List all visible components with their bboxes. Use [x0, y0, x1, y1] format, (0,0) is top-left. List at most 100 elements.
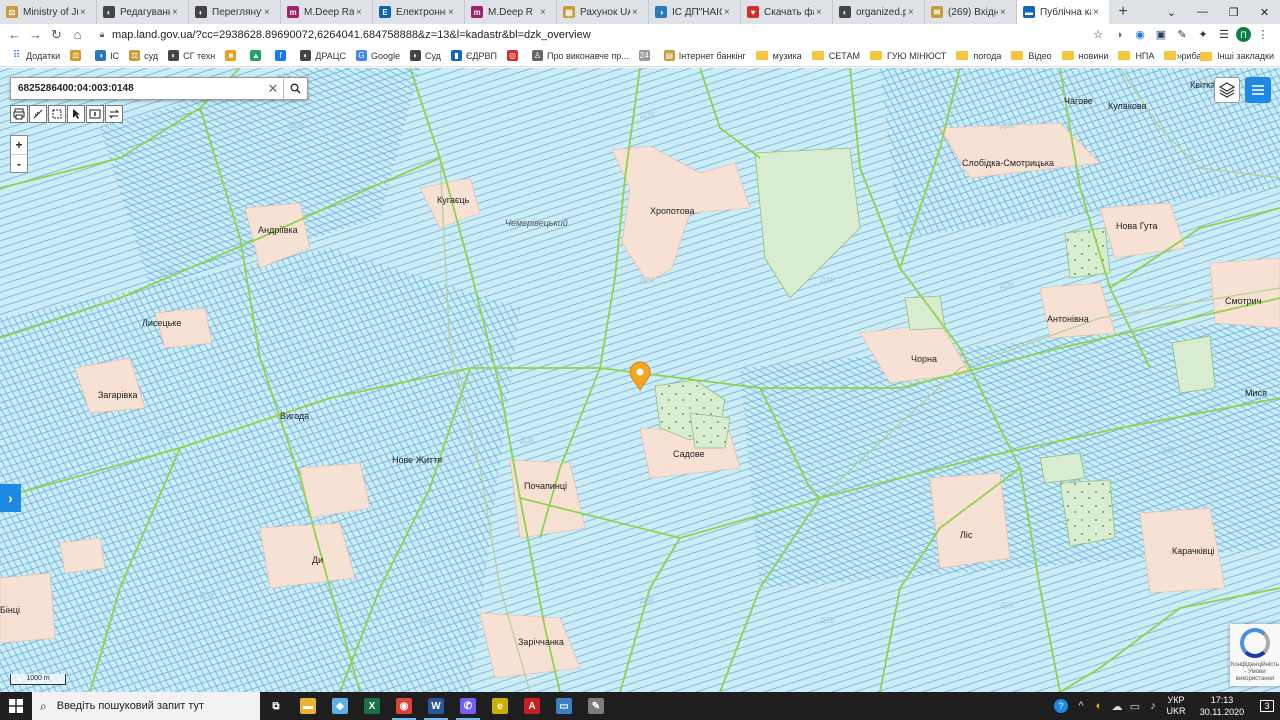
- map-canvas[interactable]: Кугаєць Чемерівецький Хропотова Андріївк…: [0, 68, 1280, 692]
- close-tab-icon[interactable]: ×: [356, 7, 366, 18]
- bookmark-item[interactable]: 24: [634, 45, 659, 67]
- tab-search-icon[interactable]: ⌄: [1156, 0, 1187, 24]
- side-panel-toggle[interactable]: ›: [0, 484, 21, 512]
- extension-icon[interactable]: ◉: [1131, 26, 1149, 44]
- clock[interactable]: 17:13 30.11.2020: [1190, 694, 1254, 718]
- bookmark-item[interactable]: ◐ СГ техн: [163, 45, 220, 67]
- bookmark-item[interactable]: ♙ Про виконавче пр...: [527, 45, 634, 67]
- close-window-button[interactable]: ✕: [1249, 0, 1280, 24]
- back-button[interactable]: ←: [4, 24, 25, 45]
- taskbar-search[interactable]: ⌕ Введіть пошуковий запит тут: [32, 692, 260, 720]
- main-menu-button[interactable]: [1245, 77, 1271, 103]
- close-tab-icon[interactable]: ×: [1093, 7, 1103, 18]
- select-pointer-button[interactable]: [67, 105, 85, 123]
- close-tab-icon[interactable]: ×: [264, 7, 274, 18]
- bookmark-folder[interactable]: ГУЮ МІНЮСТ: [865, 45, 951, 67]
- cadastral-map[interactable]: Кугаєць Чемерівецький Хропотова Андріївк…: [0, 68, 1280, 692]
- browser-tab[interactable]: ⚖ Ministry of Jus×: [0, 0, 97, 24]
- browser-tab[interactable]: m M.Deep Radio×: [281, 0, 373, 24]
- help-icon[interactable]: ?: [1054, 699, 1068, 713]
- bookmark-folder[interactable]: музика: [751, 45, 807, 67]
- notifications-button[interactable]: 3: [1254, 692, 1280, 720]
- bookmark-folder[interactable]: СЕТАМ: [807, 45, 865, 67]
- new-tab-button[interactable]: +: [1109, 0, 1137, 24]
- bookmark-item[interactable]: ◐ Суд: [405, 45, 446, 67]
- kebab-menu-icon[interactable]: ⋮: [1254, 26, 1272, 44]
- browser-tab[interactable]: ◐ Переглянути×: [189, 0, 281, 24]
- close-tab-icon[interactable]: ×: [540, 7, 550, 18]
- bookmark-item[interactable]: ■: [220, 45, 245, 67]
- bookmark-item[interactable]: G Google: [351, 45, 405, 67]
- zoom-out-button[interactable]: -: [11, 154, 27, 172]
- omnibox[interactable]: 🔒︎ map.land.gov.ua/?cc=2938628.89690072,…: [92, 24, 1092, 45]
- taskbar-app-tool[interactable]: ✎: [580, 692, 612, 720]
- home-button[interactable]: ⌂: [67, 24, 88, 45]
- reload-button[interactable]: ↻: [46, 24, 67, 45]
- show-hidden-icons-button[interactable]: ^: [1072, 692, 1090, 720]
- recaptcha-badge[interactable]: Конфіденційність - Умови використання: [1230, 624, 1280, 686]
- browser-tab[interactable]: ♥ Скачать файл×: [741, 0, 833, 24]
- bookmark-item[interactable]: ▤ Інтернет банкінг: [659, 45, 751, 67]
- taskbar-app-viber[interactable]: ✆: [452, 692, 484, 720]
- browser-tab[interactable]: ▤ Рахунок UAOT×: [557, 0, 649, 24]
- bookmark-item[interactable]: ◐ ДРАЦС: [295, 45, 351, 67]
- url-text[interactable]: map.land.gov.ua/?cc=2938628.89690072,626…: [112, 29, 591, 41]
- close-tab-icon[interactable]: ×: [448, 7, 458, 18]
- reading-list-icon[interactable]: ☰: [1215, 26, 1233, 44]
- forward-button[interactable]: →: [25, 24, 46, 45]
- clear-icon[interactable]: ✕: [263, 81, 283, 97]
- close-tab-icon[interactable]: ×: [1000, 7, 1010, 18]
- taskbar-app-scanner[interactable]: ▭: [548, 692, 580, 720]
- bookmark-item[interactable]: ▮ ЄДРВП: [446, 45, 502, 67]
- browser-tab[interactable]: m M.Deep R ×: [465, 0, 557, 24]
- bookmark-item[interactable]: ⠿ Додатки: [6, 45, 65, 67]
- puzzle-icon[interactable]: ✦: [1194, 26, 1212, 44]
- bookmark-star-icon[interactable]: ☆: [1089, 26, 1107, 44]
- browser-tab[interactable]: ✉ (269) Вхідні ×: [925, 0, 1017, 24]
- taskbar-app-file-explorer[interactable]: ▬: [292, 692, 324, 720]
- browser-tab[interactable]: ◐ organized.pdf×: [833, 0, 925, 24]
- volume-icon[interactable]: ♪: [1144, 692, 1162, 720]
- close-tab-icon[interactable]: ×: [724, 7, 734, 18]
- pen-icon[interactable]: ✎: [1173, 26, 1191, 44]
- browser-tab[interactable]: E Електронні ×: [373, 0, 465, 24]
- bookmarks-overflow-button[interactable]: »: [1176, 45, 1182, 67]
- browser-tab[interactable]: ◐ Редагування×: [97, 0, 189, 24]
- maximize-button[interactable]: ❐: [1218, 0, 1249, 24]
- extension-icon[interactable]: ▣: [1152, 26, 1170, 44]
- bookmark-item[interactable]: f: [270, 45, 295, 67]
- profile-avatar[interactable]: П: [1236, 27, 1251, 42]
- browser-tab[interactable]: ▬ Публічна када×: [1017, 0, 1109, 24]
- measure-area-button[interactable]: [48, 105, 66, 123]
- close-tab-icon[interactable]: ×: [172, 7, 182, 18]
- minimize-button[interactable]: —: [1187, 0, 1218, 24]
- taskbar-app-app-blue[interactable]: ◆: [324, 692, 356, 720]
- bookmark-item[interactable]: ⚖ суд: [124, 45, 163, 67]
- search-button[interactable]: [283, 78, 307, 99]
- cadastral-number-input[interactable]: [11, 78, 263, 99]
- taskbar-app-task-view[interactable]: ⧉: [260, 692, 292, 720]
- measure-distance-button[interactable]: [29, 105, 47, 123]
- taskbar-app-edge[interactable]: e: [484, 692, 516, 720]
- bookmark-item[interactable]: ◎: [502, 45, 527, 67]
- bookmark-folder[interactable]: НПА: [1113, 45, 1159, 67]
- bookmark-folder[interactable]: новини: [1057, 45, 1114, 67]
- bookmark-item[interactable]: ⚖: [65, 45, 90, 67]
- battery-icon[interactable]: ▭: [1126, 692, 1144, 720]
- close-tab-icon[interactable]: ×: [80, 7, 90, 18]
- info-button[interactable]: [86, 105, 104, 123]
- close-tab-icon[interactable]: ×: [632, 7, 642, 18]
- cloud-icon[interactable]: ☁: [1108, 692, 1126, 720]
- bookmark-folder[interactable]: Відео: [1006, 45, 1056, 67]
- start-button[interactable]: [0, 692, 32, 720]
- taskbar-app-excel[interactable]: X: [356, 692, 388, 720]
- taskbar-app-chrome[interactable]: ◉: [388, 692, 420, 720]
- bookmark-item[interactable]: ▲: [245, 45, 270, 67]
- other-bookmarks-folder[interactable]: Інші закладки: [1200, 45, 1274, 67]
- language-indicator[interactable]: УКР UKR: [1162, 695, 1190, 717]
- taskbar-app-acrobat[interactable]: A: [516, 692, 548, 720]
- zoom-in-button[interactable]: +: [11, 136, 27, 154]
- browser-tab[interactable]: ◑ IC ДП"НАІС"×: [649, 0, 741, 24]
- taskbar-app-word[interactable]: W: [420, 692, 452, 720]
- tray-app-icon[interactable]: ◐: [1090, 692, 1108, 720]
